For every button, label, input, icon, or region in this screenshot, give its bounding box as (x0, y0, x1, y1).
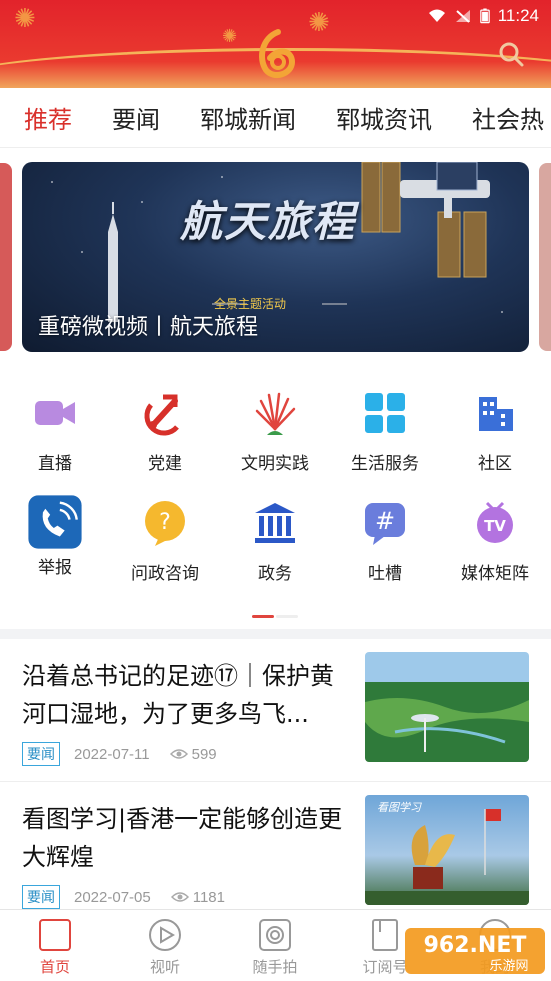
shortcut-label: 党建 (148, 454, 182, 474)
shortcut-civilization[interactable]: 文明实践 (220, 389, 330, 474)
eye-icon (170, 892, 189, 902)
nav-label: 视听 (149, 958, 180, 976)
grid-squares-icon (365, 393, 405, 433)
news-views: 1181 (170, 888, 225, 906)
shortcut-label: 直播 (38, 454, 72, 474)
news-thumbnail-hongkong: 看图学习 (365, 795, 529, 905)
question-bubble-icon: ? (145, 501, 185, 546)
status-bar: 11:24 (428, 6, 539, 26)
news-date: 2022-07-11 (74, 745, 150, 763)
grid-page-indicator (252, 615, 298, 618)
shortcut-label: 媒体矩阵 (461, 564, 529, 584)
news-item[interactable]: 看图学习|香港一定能够创造更大辉煌 要闻 2022-07-05 1181 看图学… (0, 782, 551, 925)
site-watermark-logo: 962.NET 乐游网 (405, 928, 545, 974)
banner-art-title: 航天旅程 (179, 197, 356, 246)
shortcut-label: 社区 (478, 454, 512, 474)
tab-recommend[interactable]: 推荐 (24, 100, 72, 135)
shortcut-report[interactable]: 举报 (0, 495, 110, 578)
watermark-text: 962.NET (424, 933, 527, 958)
search-icon[interactable] (497, 40, 525, 68)
firework-decoration: ✺ (222, 26, 238, 47)
carousel-next-slide[interactable] (539, 163, 551, 351)
firework-decoration: ✺ (308, 8, 330, 38)
news-meta: 要闻 2022-07-11 599 (22, 742, 217, 766)
news-thumbnail-wetland (365, 652, 529, 762)
header-banner: ✺ ✺ ✺ 11:24 (0, 0, 551, 88)
camera-icon (259, 919, 291, 951)
watermark-subtext: 乐游网 (489, 959, 528, 974)
home-icon (39, 919, 71, 951)
book-icon (372, 919, 398, 951)
status-time: 11:24 (497, 6, 539, 25)
eye-icon (169, 749, 188, 759)
news-tag: 要闻 (22, 742, 60, 766)
news-title: 看图学习|香港一定能够创造更大辉煌 (22, 805, 343, 871)
nav-home[interactable]: 首页 (0, 910, 110, 981)
news-view-count: 1181 (192, 888, 225, 906)
shortcut-live[interactable]: 直播 (0, 389, 110, 474)
news-views: 599 (169, 745, 217, 763)
shortcut-party[interactable]: 党建 (110, 389, 220, 474)
hash-bubble-icon: # (365, 503, 405, 545)
nav-label: 随手拍 (252, 958, 298, 976)
svg-text:#: # (375, 507, 395, 535)
party-emblem-icon (144, 394, 179, 436)
play-circle-icon (149, 919, 181, 951)
government-building-icon (255, 503, 295, 543)
nav-snapshot[interactable]: 随手拍 (220, 910, 330, 981)
tab-headlines[interactable]: 要闻 (112, 100, 160, 135)
shortcut-media-matrix[interactable]: TV 媒体矩阵 (440, 499, 550, 584)
nav-label: 首页 (39, 958, 70, 976)
news-item[interactable]: 沿着总书记的足迹⑰｜保护黄河口湿地，为了更多鸟飞... 要闻 2022-07-1… (0, 639, 551, 782)
shortcut-label: 吐槽 (368, 564, 402, 584)
anniversary-logo-icon (259, 29, 296, 79)
shortcut-label: 举报 (38, 558, 72, 578)
wifi-icon (428, 9, 445, 22)
shortcut-label: 政务 (258, 564, 292, 584)
page-dot (276, 615, 298, 618)
news-title: 沿着总书记的足迹⑰｜保护黄河口湿地，为了更多鸟飞... (22, 662, 334, 728)
nav-label: 订阅号 (362, 958, 408, 976)
page-dot-active (252, 615, 274, 618)
news-view-count: 599 (191, 745, 217, 763)
civilization-fan-icon (255, 392, 296, 435)
shortcut-complaint[interactable]: # 吐槽 (330, 499, 440, 584)
shortcut-label: 生活服务 (351, 454, 419, 474)
banner-caption: 重磅微视频丨航天旅程 (38, 315, 259, 340)
news-date: 2022-07-05 (74, 888, 151, 906)
thumbnail-caption: 看图学习 (377, 801, 421, 814)
channel-tabs: 推荐 要闻 郓城新闻 郓城资讯 社会热 (0, 88, 551, 148)
shortcut-label: 文明实践 (241, 454, 309, 474)
signal-off-icon (455, 10, 470, 23)
carousel-prev-slide[interactable] (0, 163, 12, 351)
news-meta: 要闻 2022-07-05 1181 (22, 885, 225, 909)
tab-local-news[interactable]: 郓城新闻 (200, 100, 296, 135)
tab-local-info[interactable]: 郓城资讯 (336, 100, 432, 135)
tv-icon: TV (477, 501, 513, 543)
svg-text:TV: TV (484, 517, 506, 535)
shortcut-life-services[interactable]: 生活服务 (330, 389, 440, 474)
news-tag: 要闻 (22, 885, 60, 909)
phone-report-icon (28, 495, 82, 549)
battery-icon (479, 8, 490, 24)
shortcut-label: 问政咨询 (131, 564, 199, 584)
buildings-icon (479, 397, 513, 431)
tab-society[interactable]: 社会热 (472, 100, 544, 135)
shortcut-community[interactable]: 社区 (440, 389, 550, 474)
app-screen: ✺ ✺ ✺ 11:24 推荐 要闻 郓城新闻 郓城资讯 社会热 航天旅程 全景主… (0, 0, 551, 981)
video-icon (35, 401, 75, 425)
nav-media[interactable]: 视听 (110, 910, 220, 981)
shortcut-inquiry[interactable]: ? 问政咨询 (110, 499, 220, 584)
section-divider (0, 629, 551, 639)
svg-text:?: ? (159, 510, 171, 535)
firework-decoration: ✺ (14, 4, 36, 34)
shortcut-government[interactable]: 政务 (220, 499, 330, 584)
